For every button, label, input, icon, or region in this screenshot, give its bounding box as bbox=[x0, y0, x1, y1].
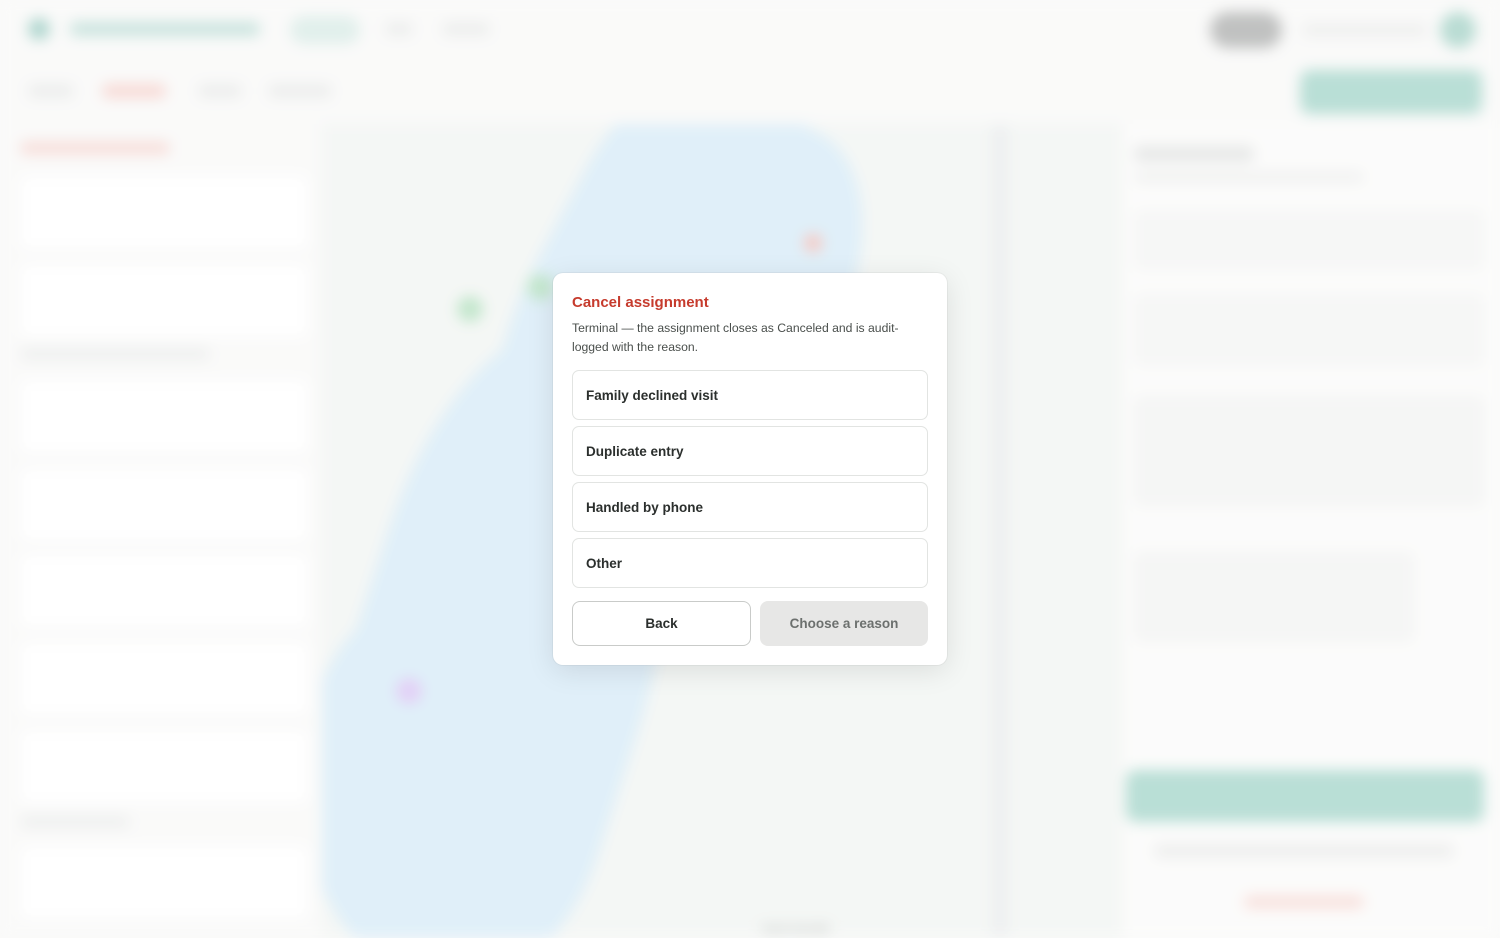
reason-option-handled-by-phone[interactable]: Handled by phone bbox=[572, 482, 928, 532]
reason-option-duplicate-entry[interactable]: Duplicate entry bbox=[572, 426, 928, 476]
reason-list: Family declined visit Duplicate entry Ha… bbox=[572, 370, 928, 588]
reason-label: Duplicate entry bbox=[586, 443, 684, 459]
reason-label: Handled by phone bbox=[586, 499, 704, 515]
back-button[interactable]: Back bbox=[572, 601, 751, 646]
reason-option-family-declined[interactable]: Family declined visit bbox=[572, 370, 928, 420]
cancel-assignment-dialog: Cancel assignment Terminal — the assignm… bbox=[553, 273, 947, 665]
dialog-description: Terminal — the assignment closes as Canc… bbox=[572, 321, 899, 354]
reason-option-other[interactable]: Other bbox=[572, 538, 928, 588]
confirm-cancel-button[interactable]: Choose a reason bbox=[760, 601, 928, 646]
dialog-title: Cancel assignment bbox=[572, 294, 709, 311]
dialog-actions: Back Choose a reason bbox=[572, 601, 928, 646]
reason-label: Other bbox=[586, 555, 623, 571]
reason-label: Family declined visit bbox=[586, 387, 719, 403]
